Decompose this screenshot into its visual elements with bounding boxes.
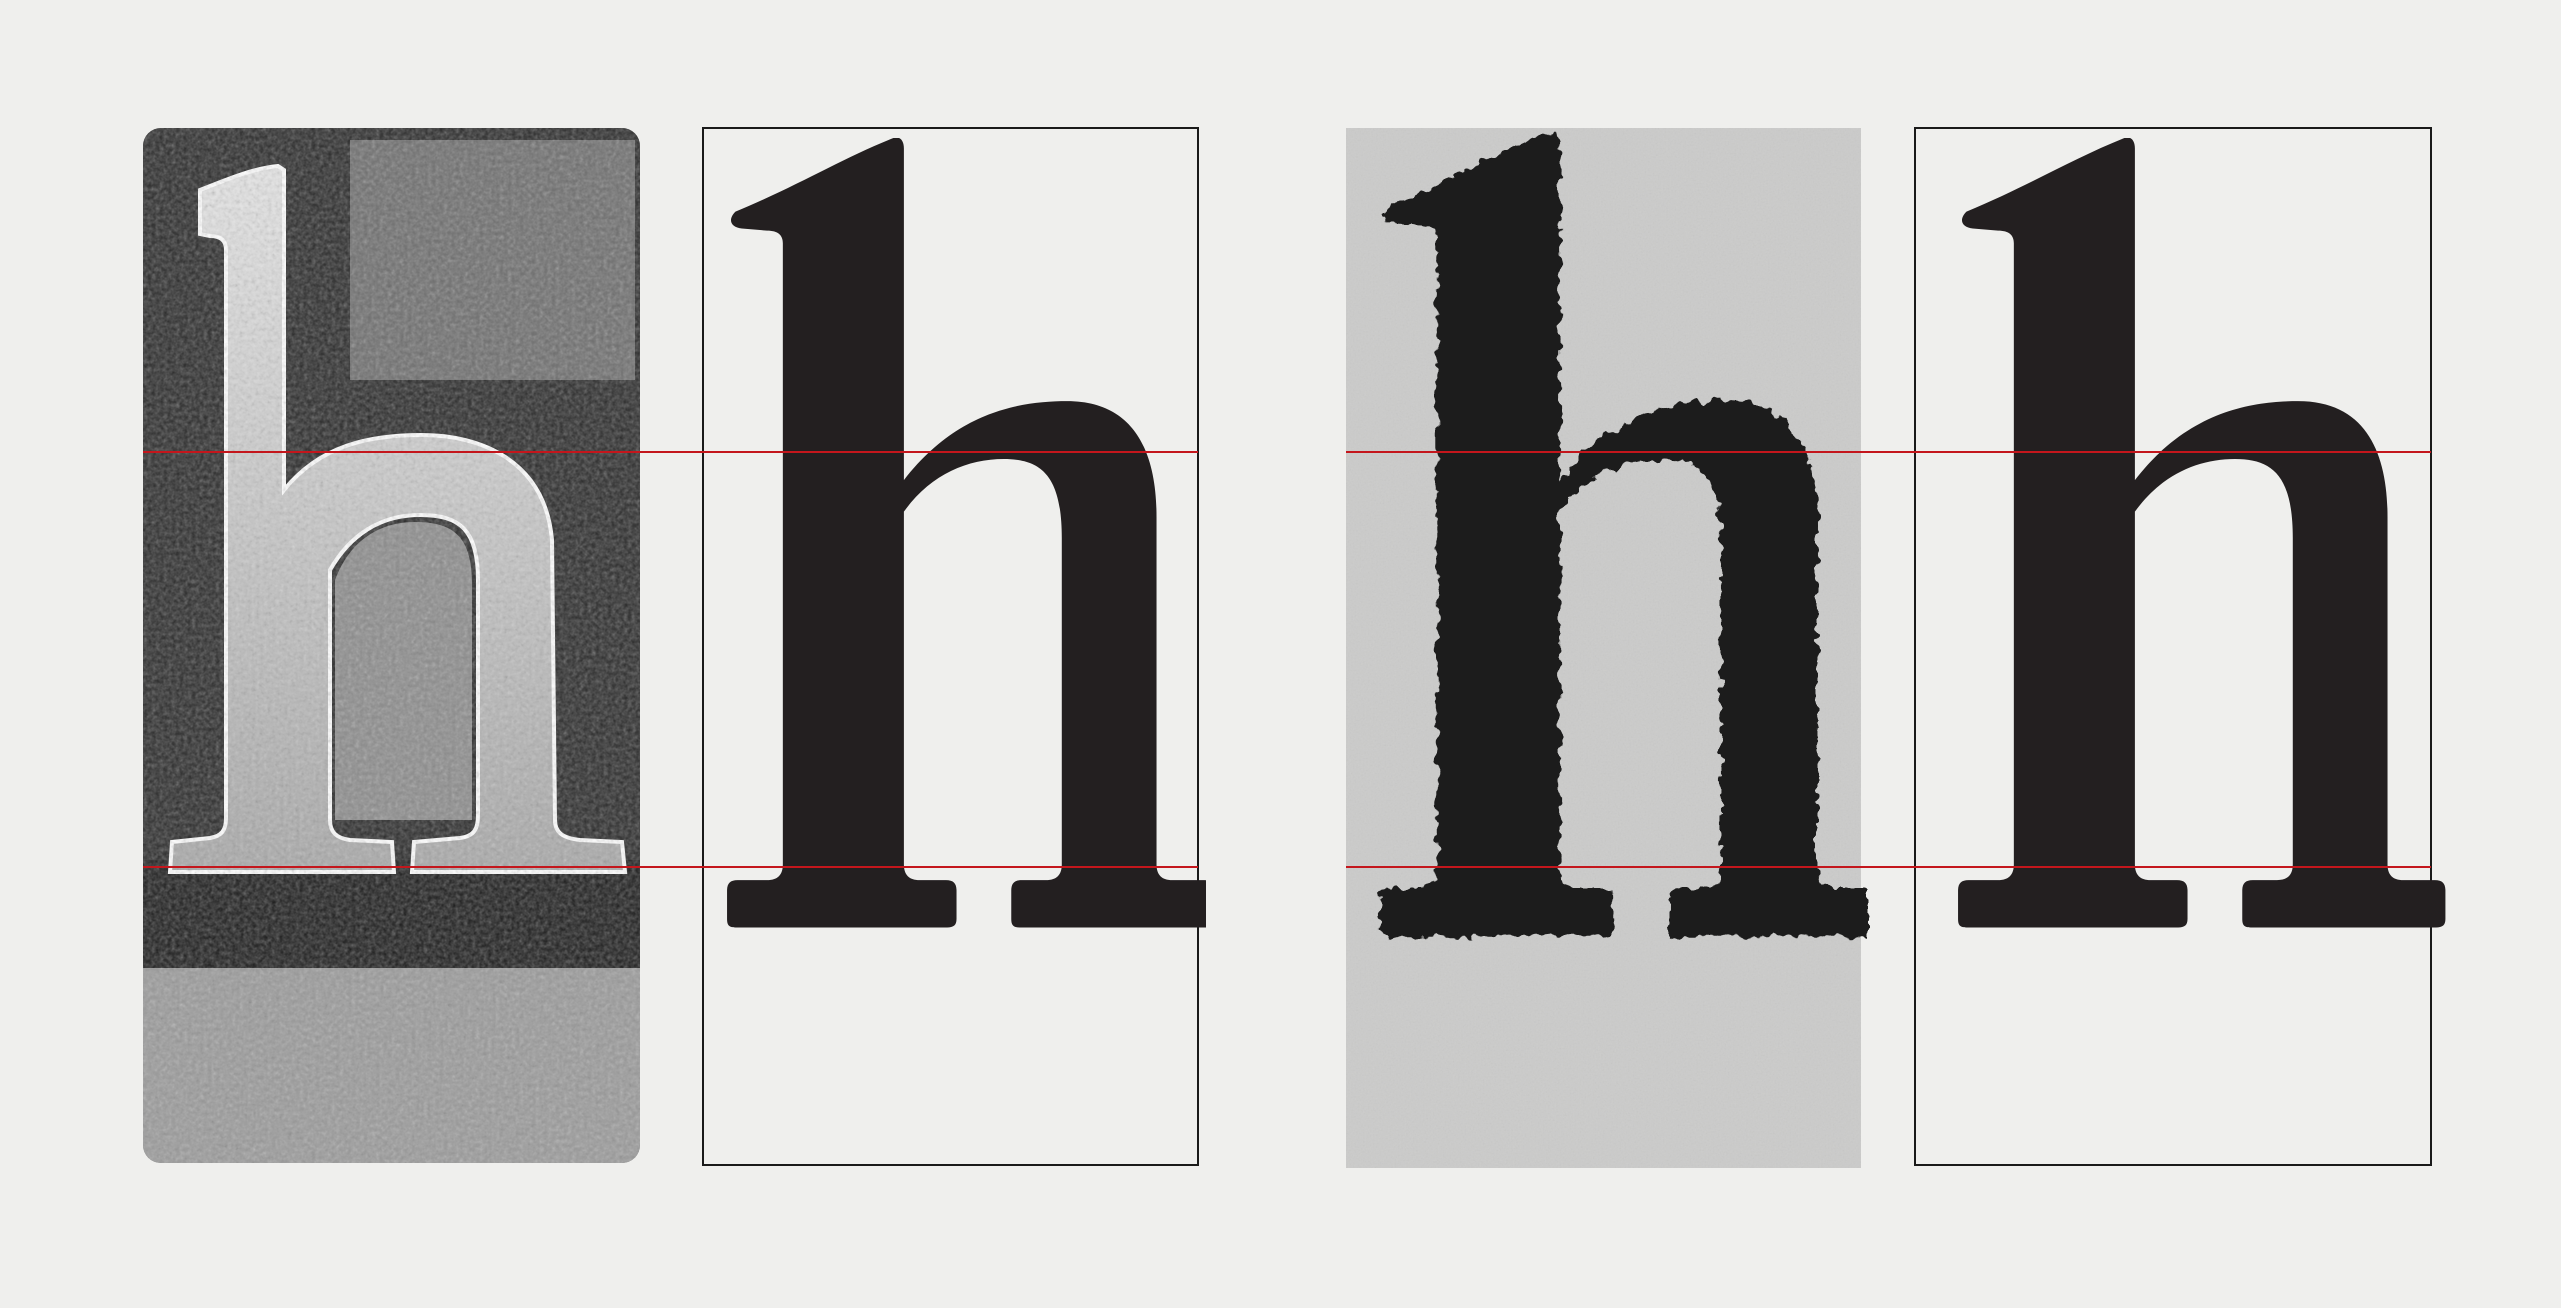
metal-type-photo <box>143 128 640 1163</box>
glyph-comparison-figure <box>143 127 2446 1168</box>
digital-glyph-panel-1 <box>702 127 1206 1166</box>
digital-h-1 <box>727 138 1206 928</box>
figure-canvas <box>0 0 2561 1308</box>
digital-glyph-panel-2 <box>1914 127 2446 1166</box>
printed-impression-photo <box>1346 128 1868 1168</box>
digital-h-2 <box>1958 138 2446 928</box>
